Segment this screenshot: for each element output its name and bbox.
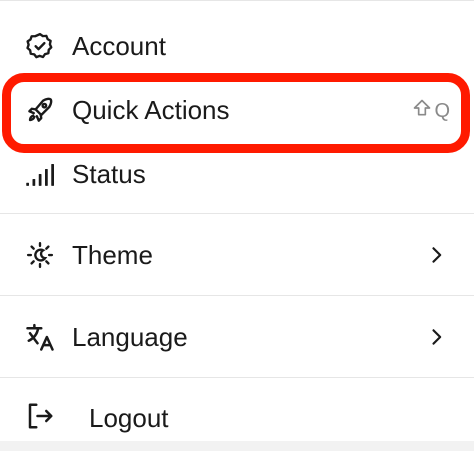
menu-item-quick-actions[interactable]: Quick Actions Q xyxy=(0,92,474,128)
menu-item-label: Logout xyxy=(89,403,169,433)
menu-item-theme[interactable]: Theme xyxy=(0,237,474,273)
divider xyxy=(0,213,474,214)
translate-icon xyxy=(24,321,56,353)
dropdown-menu: Account Quick Actions Q Status Theme Lan… xyxy=(0,0,474,451)
divider xyxy=(0,295,474,296)
sun-moon-icon xyxy=(24,239,56,271)
chevron-right-icon xyxy=(426,245,446,265)
rocket-icon xyxy=(24,94,56,126)
menu-item-label: Language xyxy=(72,322,188,352)
menu-item-label: Quick Actions xyxy=(72,95,230,125)
menu-item-account[interactable]: Account xyxy=(0,28,474,64)
check-badge-icon xyxy=(24,30,56,62)
signal-bars-icon xyxy=(24,158,56,190)
shortcut-key: Q xyxy=(434,100,450,122)
shift-icon xyxy=(412,98,432,124)
menu-item-label: Status xyxy=(72,159,146,189)
menu-bottom-edge xyxy=(0,441,474,451)
menu-item-status[interactable]: Status xyxy=(0,156,474,192)
divider xyxy=(0,377,474,378)
chevron-right-icon xyxy=(426,327,446,347)
menu-item-label: Account xyxy=(72,31,166,61)
menu-item-language[interactable]: Language xyxy=(0,319,474,355)
keyboard-shortcut: Q xyxy=(412,98,450,124)
logout-icon xyxy=(24,400,56,432)
divider xyxy=(0,0,474,1)
menu-item-logout[interactable]: Logout xyxy=(0,400,474,436)
menu-item-label: Theme xyxy=(72,240,153,270)
